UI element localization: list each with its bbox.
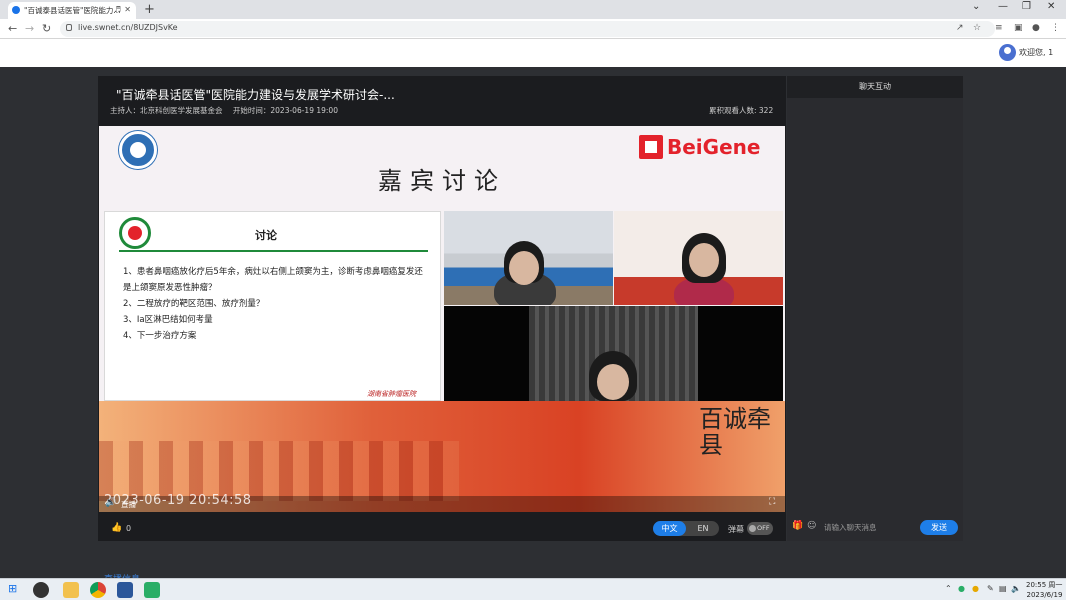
- slide-divider: [119, 250, 428, 252]
- minimize-icon[interactable]: —: [998, 1, 1008, 12]
- guest-face: [597, 364, 629, 400]
- restore-icon[interactable]: ❐: [1022, 1, 1031, 12]
- tray-app-icon[interactable]: ●: [958, 584, 965, 593]
- close-tab-icon[interactable]: ✕: [124, 5, 131, 14]
- fullscreen-icon[interactable]: ⛶: [769, 497, 775, 507]
- live-meta: 主持人：北京科创医学发展基金会 开始时间：2023-06-19 19:00: [110, 105, 346, 116]
- tab-search-icon[interactable]: ⌄: [972, 1, 980, 12]
- live-title: "百诚牵县话医管"医院能力建设与发展学术研讨会-...: [116, 88, 395, 102]
- guest-face: [689, 243, 719, 277]
- reload-icon[interactable]: ↻: [42, 22, 51, 35]
- volume-icon[interactable]: 🔊: [105, 498, 116, 508]
- emoji-icon[interactable]: ☺: [807, 521, 816, 531]
- guest-face: [509, 251, 539, 285]
- guest-camera-1: [444, 211, 613, 305]
- user-avatar[interactable]: [999, 44, 1016, 61]
- system-clock[interactable]: 20:55 周一 2023/6/19: [1026, 580, 1062, 600]
- speaker-tray-icon[interactable]: 🔈: [1011, 584, 1021, 593]
- new-tab-button[interactable]: +: [144, 2, 155, 17]
- start-icon[interactable]: ⊞: [8, 582, 17, 595]
- sponsor-name: BeiGene: [667, 135, 761, 159]
- share-icon[interactable]: ↗: [956, 23, 964, 33]
- chat-panel: [787, 76, 963, 541]
- slide-item: 1、患者鼻咽癌放化疗后5年余，病灶以右侧上颌窦为主，诊断考虑鼻咽癌复发还是上颌窦…: [123, 267, 423, 293]
- chrome-icon[interactable]: [90, 582, 106, 598]
- chat-header: 聊天互动: [787, 76, 963, 98]
- banner-skyline: [99, 441, 459, 501]
- beigene-mark-icon: [639, 135, 663, 159]
- wechat-icon[interactable]: [144, 582, 160, 598]
- send-button[interactable]: 发送: [920, 520, 958, 535]
- address-bar[interactable]: live.swnet.cn/8UZDJSvKe: [60, 21, 995, 37]
- like-count: 0: [126, 524, 132, 533]
- side-panel-icon[interactable]: ▣: [1014, 23, 1023, 33]
- start-time-text: 开始时间：2023-06-19 19:00: [232, 106, 338, 115]
- site-header: 欢迎您, 1: [0, 39, 1066, 67]
- slide-item: 3、Ia区淋巴结如何考量: [123, 315, 213, 325]
- language-switch[interactable]: 中文 EN: [653, 521, 719, 536]
- guest-camera-3: [444, 306, 783, 401]
- discussion-slide: 讨论 1、患者鼻咽癌放化疗后5年余，病灶以右侧上颌窦为主，诊断考虑鼻咽癌复发还是…: [104, 211, 441, 401]
- host-text: 主持人：北京科创医学发展基金会: [110, 106, 223, 115]
- windows-taskbar: ⊞ ⌃ ● ● ✎ ▤ 🔈 20:55 周一 2023/6/19: [0, 578, 1066, 600]
- word-icon[interactable]: [117, 582, 133, 598]
- tray-security-icon[interactable]: ●: [972, 584, 979, 593]
- video-stage[interactable]: BeiGene 嘉宾讨论 讨论 1、患者鼻咽癌放化疗后5年余，病灶以右侧上颌窦为…: [99, 126, 785, 512]
- browser-toolbar: ← → ↻ live.swnet.cn/8UZDJSvKe ↗ ☆ ≡ ▣ ● …: [0, 19, 1066, 39]
- browser-tab[interactable]: "百诚泰县话医管"医院能力... ♬ ✕: [8, 2, 136, 19]
- thumbs-up-icon[interactable]: 👍: [111, 523, 122, 533]
- browser-tab-strip: "百诚泰县话医管"医院能力... ♬ ✕ + ⌄ — ❐ ✕: [0, 0, 1066, 19]
- lock-icon[interactable]: [66, 24, 72, 31]
- reading-list-icon[interactable]: ≡: [995, 23, 1003, 33]
- profile-icon[interactable]: ●: [1032, 23, 1040, 33]
- banner-logo: 百诚牵县: [699, 405, 771, 459]
- chat-input[interactable]: [820, 520, 916, 535]
- danmu-toggle[interactable]: OFF: [747, 522, 773, 535]
- viewer-count: 累积观看人数: 322: [709, 106, 774, 115]
- tray-pen-icon[interactable]: ✎: [987, 584, 994, 593]
- back-icon[interactable]: ←: [8, 22, 17, 35]
- tab-title: "百诚泰县话医管"医院能力...: [24, 6, 121, 15]
- app-icon-1[interactable]: [33, 582, 49, 598]
- tray-chevron-icon[interactable]: ⌃: [945, 584, 952, 593]
- clock-time: 20:55 周一: [1026, 581, 1063, 589]
- welcome-text: 欢迎您, 1: [1019, 48, 1054, 57]
- lang-en-button[interactable]: EN: [689, 521, 717, 536]
- file-explorer-icon[interactable]: [63, 582, 79, 598]
- bookmark-star-icon[interactable]: ☆: [973, 23, 981, 33]
- gift-icon[interactable]: 🎁: [792, 521, 803, 531]
- hospital-logo: [119, 217, 151, 249]
- danmu-label: 弹幕: [728, 525, 744, 534]
- lang-zh-button[interactable]: 中文: [653, 521, 686, 536]
- guest-camera-3-feed: [529, 306, 698, 401]
- guest-camera-2: [614, 211, 783, 305]
- site-favicon-icon: [12, 6, 20, 14]
- stage-heading: 嘉宾讨论: [378, 167, 506, 195]
- slide-list: 1、患者鼻咽癌放化疗后5年余，病灶以右侧上颌窦为主，诊断考虑鼻咽癌复发还是上颌窦…: [123, 264, 428, 344]
- close-window-icon[interactable]: ✕: [1047, 1, 1055, 12]
- slide-title: 讨论: [255, 229, 277, 242]
- clock-date: 2023/6/19: [1026, 591, 1063, 599]
- speaker-icon[interactable]: ♬: [114, 5, 121, 14]
- url-text: live.swnet.cn/8UZDJSvKe: [78, 23, 178, 32]
- slide-item: 2、二程放疗的靶区范围、放疗剂量？: [123, 299, 265, 309]
- slide-item: 4、下一步治疗方案: [123, 331, 197, 341]
- live-label: 直播: [121, 500, 136, 509]
- menu-kebab-icon[interactable]: ⋮: [1051, 23, 1060, 33]
- network-icon[interactable]: ▤: [999, 584, 1007, 593]
- forward-icon[interactable]: →: [25, 22, 34, 35]
- slide-signature: 湖南省肿瘤医院: [367, 390, 416, 398]
